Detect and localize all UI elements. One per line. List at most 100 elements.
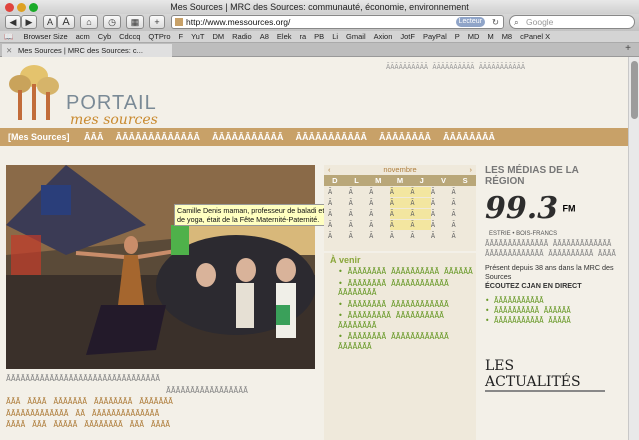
bookmark-item[interactable]: JotF [400, 32, 415, 41]
tab-mes-sources[interactable]: ✕ Mes Sources | MRC des Sources: c... [2, 44, 172, 57]
top-links[interactable]: ĀĀĀĀĀĀĀĀĀĀ ĀĀĀĀĀĀĀĀĀĀ ĀĀĀĀĀĀĀĀĀĀĀ [386, 63, 525, 71]
event-item[interactable]: • ĀĀĀĀĀĀĀĀ ĀĀĀĀĀĀĀĀĀĀ ĀĀĀĀĀĀ [330, 267, 476, 277]
bookmark-item[interactable]: Li [332, 32, 338, 41]
bookmark-item[interactable]: Cyb [98, 32, 111, 41]
calendar-date[interactable]: Ā [369, 220, 390, 230]
bookmarks-icon[interactable]: 📖 [4, 32, 13, 41]
calendar-date[interactable]: Ā [451, 220, 472, 230]
radio-logo[interactable]: 99.3 FM [485, 191, 620, 231]
new-tab-icon[interactable]: + [625, 43, 631, 54]
calendar-date[interactable]: Ā [451, 209, 472, 219]
tab-close-icon[interactable]: ✕ [6, 44, 12, 57]
add-tab-button[interactable]: + [149, 15, 165, 29]
address-bar[interactable]: http://www.messources.org/ Lecteur ↻ [171, 15, 504, 29]
featured-photo[interactable] [6, 165, 315, 369]
font-larger-button[interactable]: A [57, 15, 75, 29]
calendar-date[interactable]: Ā [451, 231, 472, 241]
calendar-date[interactable]: Ā [431, 209, 452, 219]
calendar-date[interactable]: Ā [349, 220, 370, 230]
bookmark-item[interactable]: MD [468, 32, 480, 41]
calendar-date[interactable]: Ā [328, 209, 349, 219]
calendar-date[interactable]: Ā [328, 187, 349, 197]
calendar-date[interactable]: Ā [369, 198, 390, 208]
bookmark-item[interactable]: Radio [232, 32, 252, 41]
calendar-date[interactable]: Ā [410, 231, 431, 241]
minimize-icon[interactable] [17, 3, 26, 12]
bookmark-item[interactable]: ra [300, 32, 307, 41]
calendar-date[interactable]: Ā [431, 198, 452, 208]
actualites-logo[interactable]: LES ACTUALITÉS [485, 358, 605, 392]
bookmark-item[interactable]: YuT [191, 32, 204, 41]
bookmark-item[interactable]: M8 [502, 32, 512, 41]
calendar-date[interactable]: Ā [431, 231, 452, 241]
calendar-date[interactable]: Ā [410, 209, 431, 219]
calendar-date[interactable]: Ā [328, 198, 349, 208]
calendar-date[interactable]: Ā [451, 198, 472, 208]
calendar-date[interactable]: Ā [389, 198, 411, 208]
calendar-date[interactable]: Ā [328, 231, 349, 241]
grid-icon[interactable]: ▦ [126, 15, 144, 29]
radio-link-1[interactable]: • ĀĀĀĀĀĀĀĀĀĀĀ [485, 296, 620, 306]
bookmark-item[interactable]: A8 [260, 32, 269, 41]
nav-item[interactable]: ĀĀĀĀĀĀĀĀĀĀĀ [212, 132, 284, 142]
nav-item[interactable]: ĀĀĀĀĀĀĀĀĀĀĀĀĀ [116, 132, 201, 142]
history-icon[interactable]: ◷ [103, 15, 121, 29]
bookmark-item[interactable]: Cdccq [119, 32, 140, 41]
vertical-scrollbar[interactable] [628, 57, 639, 440]
zoom-icon[interactable] [29, 3, 38, 12]
event-item[interactable]: • ĀĀĀĀĀĀĀĀ ĀĀĀĀĀĀĀĀĀĀĀĀ ĀĀĀĀĀĀĀĀ [330, 279, 476, 298]
portail-logo[interactable]: PORTAIL mes sources [6, 62, 176, 132]
scrollbar-thumb[interactable] [631, 61, 638, 119]
calendar-date[interactable]: Ā [410, 220, 431, 230]
bookmark-item[interactable]: Gmail [346, 32, 366, 41]
font-smaller-button[interactable]: A [43, 15, 57, 29]
calendar-date[interactable]: Ā [451, 187, 472, 197]
calendar-date[interactable]: Ā [369, 187, 390, 197]
radio-link-3[interactable]: • ĀĀĀĀĀĀĀĀĀĀĀ ĀĀĀĀĀ [485, 316, 620, 326]
reload-icon[interactable]: ↻ [492, 16, 499, 28]
back-button[interactable]: ◀ [5, 15, 21, 29]
calendar-date[interactable]: Ā [389, 220, 411, 230]
nav-item-mes-sources[interactable]: [Mes Sources] [8, 132, 70, 142]
calendar-date[interactable]: Ā [369, 231, 390, 241]
radio-cta[interactable]: ÉCOUTEZ CJAN EN DIRECT [485, 281, 620, 290]
event-item[interactable]: • ĀĀĀĀĀĀĀĀĀ ĀĀĀĀĀĀĀĀĀĀ ĀĀĀĀĀĀĀĀ [330, 311, 476, 330]
bookmark-item[interactable]: M [487, 32, 493, 41]
calendar-date[interactable]: Ā [349, 198, 370, 208]
event-item[interactable]: • ĀĀĀĀĀĀĀĀ ĀĀĀĀĀĀĀĀĀĀĀĀ ĀĀĀĀĀĀĀ [330, 332, 476, 351]
bookmark-item[interactable]: Axion [374, 32, 393, 41]
forward-button[interactable]: ▶ [21, 15, 37, 29]
bookmark-item[interactable]: PayPal [423, 32, 447, 41]
calendar-next[interactable]: › [470, 165, 473, 175]
event-item[interactable]: • ĀĀĀĀĀĀĀĀ ĀĀĀĀĀĀĀĀĀĀĀĀ [330, 300, 476, 310]
bookmark-item[interactable]: Browser Size [23, 32, 67, 41]
bookmark-item[interactable]: Elek [277, 32, 292, 41]
calendar-date[interactable]: Ā [328, 220, 349, 230]
bookmark-item[interactable]: QTPro [148, 32, 170, 41]
calendar-date[interactable]: Ā [431, 187, 452, 197]
bookmark-item[interactable]: F [179, 32, 184, 41]
close-icon[interactable] [5, 3, 14, 12]
bookmark-item[interactable]: P [455, 32, 460, 41]
search-input[interactable]: ⌕ Google [509, 15, 635, 29]
calendar-date[interactable]: Ā [349, 187, 370, 197]
nav-item[interactable]: ĀĀĀĀĀĀĀĀ [379, 132, 431, 142]
bookmark-item[interactable]: PB [314, 32, 324, 41]
calendar-date[interactable]: Ā [410, 198, 431, 208]
reader-button[interactable]: Lecteur [455, 17, 485, 27]
calendar-date[interactable]: Ā [390, 231, 411, 241]
nav-item[interactable]: ĀĀĀ [84, 132, 104, 142]
calendar-date[interactable]: Ā [369, 209, 390, 219]
calendar-date[interactable]: Ā [349, 209, 370, 219]
home-icon[interactable]: ⌂ [80, 15, 98, 29]
bookmark-item[interactable]: acm [76, 32, 90, 41]
bookmark-item[interactable]: DM [212, 32, 224, 41]
nav-item[interactable]: ĀĀĀĀĀĀĀĀ [443, 132, 495, 142]
calendar-date[interactable]: Ā [349, 231, 370, 241]
calendar-prev[interactable]: ‹ [328, 165, 331, 175]
radio-link-2[interactable]: • ĀĀĀĀĀĀĀĀĀĀ ĀĀĀĀĀĀ [485, 306, 620, 316]
bookmark-item[interactable]: cPanel X [520, 32, 550, 41]
calendar-date[interactable]: Ā [389, 187, 411, 197]
calendar-date[interactable]: Ā [389, 209, 411, 219]
calendar-date[interactable]: Ā [410, 187, 431, 197]
